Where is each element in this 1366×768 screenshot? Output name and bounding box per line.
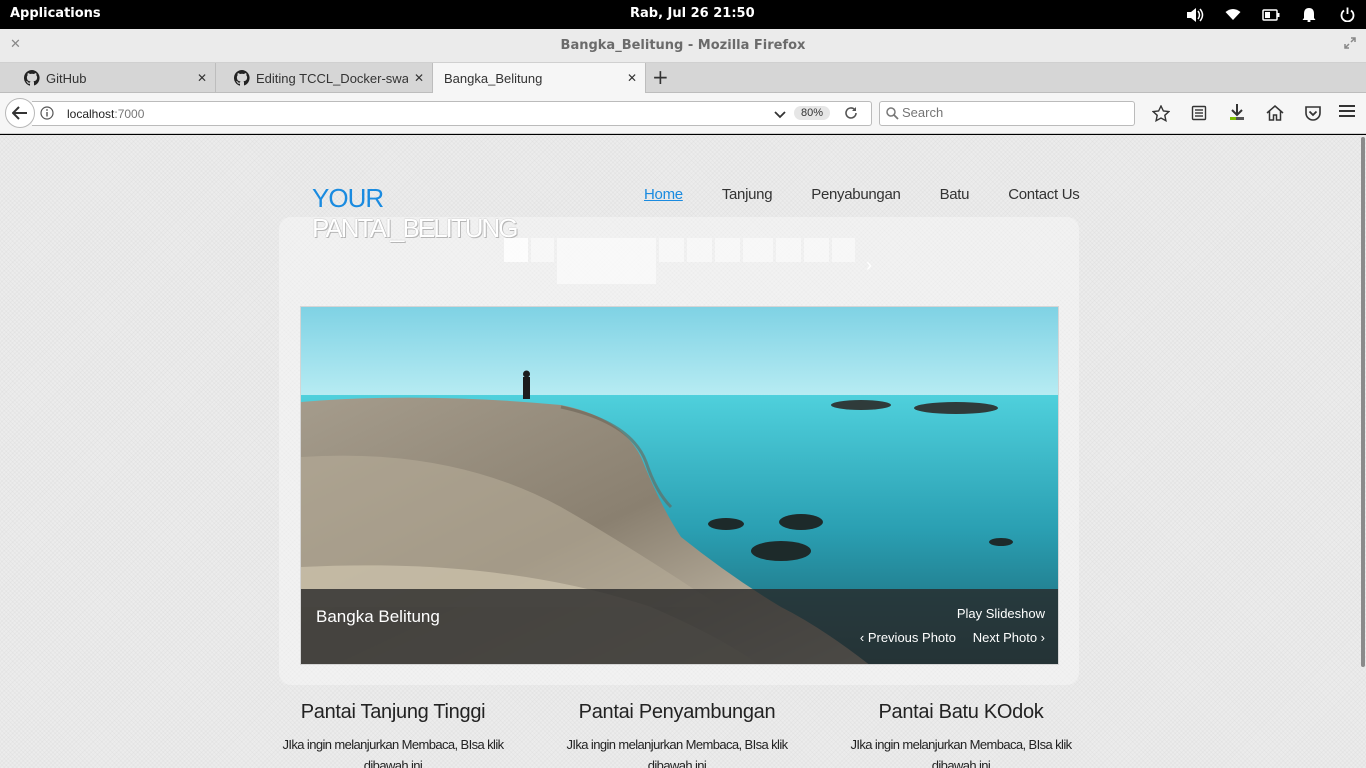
column-text: JIka ingin melanjurkan Membaca, BIsa kli…	[566, 737, 788, 768]
bookmark-star-icon[interactable]	[1142, 101, 1180, 125]
chevron-down-icon[interactable]	[774, 108, 786, 122]
power-icon[interactable]	[1328, 7, 1366, 22]
page-viewport: YOUR PANTAI_BELITUNG Home Tanjung Penyab…	[0, 135, 1366, 768]
new-tab-plus-icon[interactable]: +	[652, 65, 669, 89]
previous-photo-link[interactable]: ‹ Previous Photo	[860, 630, 956, 645]
search-bar[interactable]	[879, 101, 1135, 126]
window-restore-icon[interactable]	[1344, 37, 1356, 53]
slideshow-photo[interactable]: Bangka Belitung Play Slideshow ‹ Previou…	[300, 306, 1059, 665]
nav-tanjung[interactable]: Tanjung	[722, 186, 773, 203]
nav-batu[interactable]: Batu	[940, 186, 970, 203]
thumbnail[interactable]	[832, 238, 855, 262]
thumbnail[interactable]	[687, 238, 712, 262]
tab-label: Bangka_Belitung	[444, 71, 543, 86]
download-icon[interactable]	[1218, 101, 1256, 125]
navigation-toolbar: localhost:7000 80%	[0, 93, 1366, 134]
tab-bangka-belitung[interactable]: Bangka_Belitung ✕	[433, 63, 646, 94]
wifi-icon[interactable]	[1214, 8, 1252, 21]
slide-caption: Bangka Belitung	[316, 607, 440, 626]
column-batu-kodok: Pantai Batu KOdok JIka ingin melanjurkan…	[831, 701, 1091, 768]
tab-close-icon[interactable]: ✕	[627, 71, 637, 85]
reload-icon[interactable]	[844, 106, 858, 123]
tab-label: Editing TCCL_Docker-swarm	[256, 70, 408, 86]
github-icon	[24, 70, 40, 86]
toolbar-icons	[1142, 101, 1332, 125]
thumbnail[interactable]	[557, 238, 656, 284]
slideshow-caption-bar: Bangka Belitung Play Slideshow ‹ Previou…	[301, 589, 1058, 664]
column-title: Pantai Tanjung Tinggi	[300, 701, 486, 723]
site-info-icon[interactable]	[40, 106, 54, 123]
window-title-bar: ✕ Bangka_Belitung - Mozilla Firefox	[0, 29, 1366, 63]
home-icon[interactable]	[1256, 101, 1294, 125]
logo-line-1[interactable]: YOUR	[312, 183, 384, 214]
github-icon	[234, 70, 250, 86]
volume-icon[interactable]	[1176, 7, 1214, 23]
column-tanjung-tinggi: Pantai Tanjung Tinggi JIka ingin melanju…	[263, 701, 523, 768]
column-title: Pantai Batu KOdok	[878, 701, 1044, 723]
column-text: JIka ingin melanjurkan Membaca, BIsa kli…	[850, 737, 1072, 768]
back-button[interactable]	[5, 98, 35, 128]
nav-penyabungan[interactable]: Penyabungan	[811, 186, 901, 203]
column-text: JIka ingin melanjurkan Membaca, BIsa kli…	[282, 737, 504, 768]
nav-contact-us[interactable]: Contact Us	[1008, 186, 1080, 203]
scrollbar-thumb[interactable]	[1361, 137, 1365, 667]
reading-list-icon[interactable]	[1180, 101, 1218, 125]
battery-icon[interactable]	[1252, 8, 1290, 21]
url-host: localhost	[67, 107, 115, 121]
tab-label: GitHub	[46, 70, 87, 86]
column-title: Pantai Penyambungan	[578, 701, 776, 723]
thumbnail[interactable]	[776, 238, 801, 262]
thumbnail[interactable]	[531, 238, 554, 262]
thumbnail[interactable]	[504, 238, 528, 262]
clock[interactable]: Rab, Jul 26 21:50	[630, 6, 755, 21]
next-photo-link[interactable]: Next Photo ›	[973, 630, 1045, 645]
thumbnail[interactable]	[804, 238, 829, 262]
url-port: :7000	[114, 107, 145, 121]
pocket-icon[interactable]	[1294, 101, 1332, 125]
system-top-bar: Applications Rab, Jul 26 21:50	[0, 0, 1366, 29]
thumbnail-next-arrow-icon[interactable]: ›	[866, 255, 872, 276]
thumbnail[interactable]	[743, 238, 773, 262]
search-input[interactable]	[902, 105, 1122, 120]
window-title: Bangka_Belitung - Mozilla Firefox	[560, 38, 806, 53]
logo-line-2[interactable]: PANTAI_BELITUNG	[312, 213, 519, 244]
tab-close-icon[interactable]: ✕	[414, 71, 424, 85]
tab-editing[interactable]: Editing TCCL_Docker-swarm ✕	[216, 63, 433, 93]
notification-bell-icon[interactable]	[1290, 7, 1328, 22]
thumbnail[interactable]	[659, 238, 684, 262]
tab-github[interactable]: GitHub ✕	[0, 63, 216, 93]
play-slideshow-link[interactable]: Play Slideshow	[957, 606, 1045, 621]
search-icon	[886, 107, 899, 123]
main-navigation: Home Tanjung Penyabungan Batu Contact Us	[644, 186, 1118, 203]
thumbnail[interactable]	[715, 238, 740, 262]
url-text[interactable]: localhost:7000	[67, 107, 144, 121]
tab-strip: GitHub ✕ Editing TCCL_Docker-swarm ✕ Ban…	[0, 63, 1366, 94]
tab-close-icon[interactable]: ✕	[197, 71, 207, 85]
url-bar[interactable]: localhost:7000 80%	[32, 101, 872, 126]
hamburger-menu-icon[interactable]	[1338, 103, 1356, 123]
applications-menu[interactable]: Applications	[10, 6, 101, 21]
nav-home[interactable]: Home	[644, 186, 683, 203]
column-penyambungan: Pantai Penyambungan JIka ingin melanjurk…	[547, 701, 807, 768]
back-arrow-icon	[12, 106, 27, 120]
zoom-level[interactable]: 80%	[794, 106, 831, 120]
system-tray	[1176, 0, 1366, 29]
vertical-scrollbar[interactable]	[1360, 135, 1366, 768]
